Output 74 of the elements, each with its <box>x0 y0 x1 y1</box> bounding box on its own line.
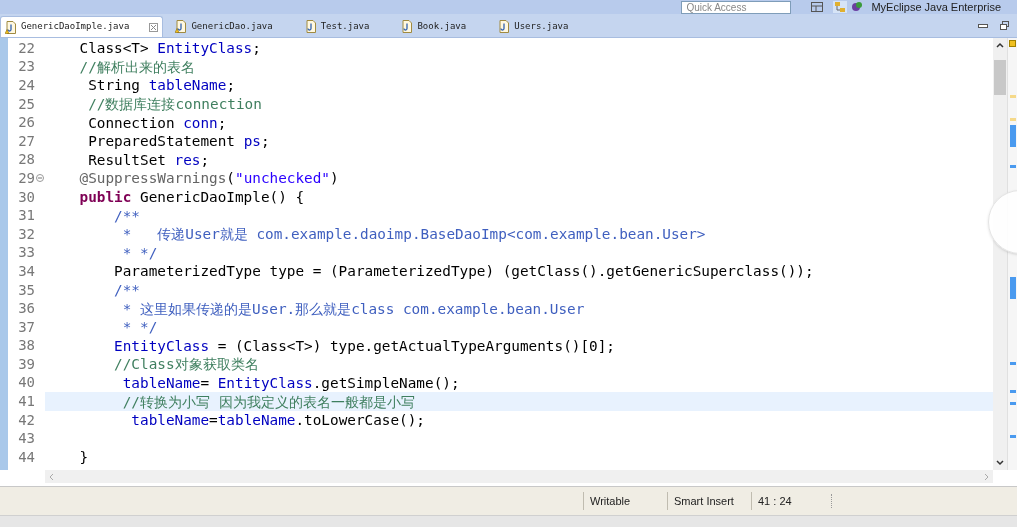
line-number: 23 <box>17 57 36 77</box>
status-field: 41 : 24 <box>758 492 792 510</box>
line-number: 39 <box>17 354 36 374</box>
line-number: 28 <box>17 150 36 170</box>
line-number: 32 <box>17 224 36 244</box>
line-number: 31 <box>17 206 36 226</box>
code-line: tableName= EntityClass.getSimpleName(); <box>121 374 461 393</box>
code-line: * */ <box>121 318 159 337</box>
scroll-right-icon[interactable] <box>984 472 989 481</box>
line-number: 33 <box>17 243 36 263</box>
line-number: 24 <box>17 76 36 95</box>
code-line: Connection conn; <box>87 113 228 132</box>
line-number: 34 <box>17 261 36 281</box>
perspective-icon[interactable] <box>851 1 864 13</box>
java-file-icon <box>304 20 317 33</box>
editor-tab[interactable]: GenericDao.java <box>171 16 293 37</box>
vertical-scrollbar[interactable] <box>993 38 1007 470</box>
code-line: ParameterizedType type = (ParameterizedType) (getClass().getGenericSuperclass()); <box>113 262 815 281</box>
scroll-down-icon[interactable] <box>996 460 1004 466</box>
perspective-label[interactable]: MyEclipse Java Enterprise <box>871 1 1001 13</box>
layout-icon[interactable] <box>811 2 824 12</box>
line-number: 25 <box>17 94 36 114</box>
code-line: * 传递User就是 com.example.daoimp.BaseDaoImp<com.example.bean.User> <box>121 225 707 244</box>
editor-tab[interactable]: Test.java <box>300 16 390 37</box>
line-number: 27 <box>17 131 36 151</box>
java-file-icon <box>401 20 414 33</box>
close-icon[interactable] <box>149 22 159 32</box>
editor-tab[interactable]: Book.java <box>397 16 487 37</box>
code-line: PreparedStatement ps; <box>87 132 271 151</box>
code-line: /** <box>113 206 141 225</box>
code-line: EntityClass = (Class<T>) type.getActualTypeArguments()[0]; <box>113 336 616 356</box>
code-line: //Class对象获取类名 <box>113 355 260 374</box>
scroll-left-icon[interactable] <box>49 472 54 481</box>
line-number: 38 <box>17 336 36 356</box>
code-line: ResultSet res; <box>87 150 211 170</box>
scroll-up-icon[interactable] <box>996 42 1004 48</box>
hierarchy-icon[interactable] <box>833 1 848 13</box>
code-line: * 这里如果传递的是User.那么就是class com.example.bean.User <box>121 299 586 318</box>
status-field: Writable <box>590 492 631 510</box>
code-line: /** <box>113 281 141 300</box>
line-number: 36 <box>17 299 36 319</box>
line-number: 43 <box>17 429 36 449</box>
horizontal-scrollbar[interactable] <box>45 470 993 483</box>
code-line: //解析出来的表名 <box>78 57 196 77</box>
line-number: 29 <box>8 167 45 189</box>
warning-marker-icon <box>1009 40 1016 47</box>
code-line: //数据库连接connection <box>87 95 263 114</box>
scrollbar-thumb[interactable] <box>994 60 1006 95</box>
line-number: 22 <box>17 38 36 58</box>
minimize-icon[interactable] <box>978 23 988 29</box>
code-line: tableName=tableName.toLowerCase(); <box>130 411 426 430</box>
fold-toggle-icon[interactable] <box>36 173 44 182</box>
line-number: 30 <box>17 187 36 207</box>
line-number: 42 <box>17 410 36 430</box>
code-line: Class<T> EntityClass; <box>78 39 262 58</box>
code-line: * */ <box>121 243 159 263</box>
code-line: String tableName; <box>87 76 236 95</box>
line-number: 35 <box>17 280 36 300</box>
line-number: 44 <box>17 447 36 467</box>
restore-icon[interactable] <box>1000 21 1009 30</box>
java-file-warning-icon <box>5 20 17 34</box>
line-number: 40 <box>17 373 36 393</box>
code-line: } <box>78 448 90 467</box>
status-field: Smart Insert <box>674 492 734 510</box>
editor-tab[interactable]: GenericDaoImple.java <box>0 16 164 37</box>
java-file-icon <box>498 20 511 33</box>
code-line: public GenericDaoImple() { <box>78 188 306 207</box>
java-file-warning-icon <box>175 20 188 33</box>
quick-access-field[interactable]: Quick Access <box>681 0 792 14</box>
line-number: 41 <box>17 392 36 412</box>
line-number: 37 <box>17 317 36 337</box>
line-number: 26 <box>17 113 36 133</box>
editor-tab[interactable]: Users.java <box>494 16 589 37</box>
code-line: @SuppressWarnings("unchecked") <box>78 169 340 188</box>
